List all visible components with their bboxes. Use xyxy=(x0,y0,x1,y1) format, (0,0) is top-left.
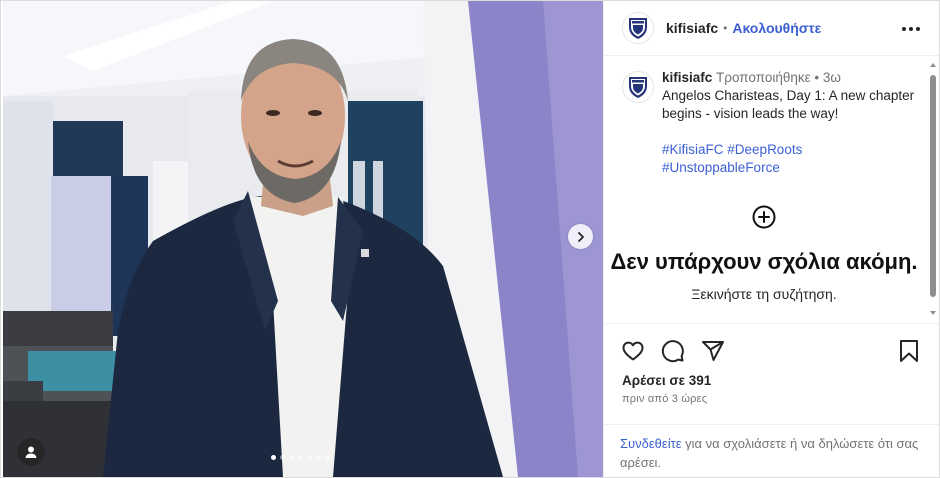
instagram-post-embed: kifisiafc • Ακολουθήστε kifisiafc Τροποπ… xyxy=(0,0,940,478)
profile-avatar[interactable] xyxy=(622,12,654,44)
empty-comments-title: Δεν υπάρχουν σχόλια ακόμη. xyxy=(610,249,918,274)
post-timestamp[interactable]: πριν από 3 ώρες xyxy=(622,393,707,405)
carousel-indicator xyxy=(271,455,330,460)
like-button[interactable] xyxy=(620,338,646,364)
post-age: 3ω xyxy=(822,70,841,85)
save-button[interactable] xyxy=(896,338,922,364)
hashtag-list: #KifisiaFC #DeepRoots #UnstoppableForce xyxy=(662,141,922,177)
bookmark-icon xyxy=(900,340,918,362)
carousel-dot xyxy=(271,455,276,460)
caption-text: Angelos Charisteas, Day 1: A new chapter… xyxy=(662,88,915,121)
action-icons xyxy=(620,338,726,364)
more-dot xyxy=(909,27,913,31)
more-horizontal-icon xyxy=(902,27,906,31)
hashtag-link[interactable]: #KifisiaFC xyxy=(662,142,724,157)
post-actions: Αρέσει σε 391 πριν από 3 ώρες Συνδεθείτε… xyxy=(604,323,939,477)
carousel-dot xyxy=(280,455,285,460)
next-slide-button[interactable] xyxy=(568,224,593,249)
add-circle-icon xyxy=(752,205,776,229)
carousel-dot xyxy=(298,455,303,460)
login-link[interactable]: Συνδεθείτε xyxy=(620,436,682,451)
likes-count[interactable]: Αρέσει σε 391 xyxy=(622,373,711,388)
caption-username[interactable]: kifisiafc xyxy=(662,70,712,85)
comment-icon xyxy=(661,340,684,363)
carousel-dot xyxy=(307,455,312,460)
header-separator: • xyxy=(723,21,728,35)
post-media[interactable] xyxy=(3,1,603,477)
comments-section[interactable]: kifisiafc Τροποποιήθηκε • 3ω Angelos Cha… xyxy=(604,57,939,323)
post-header: kifisiafc • Ακολουθήστε xyxy=(604,1,939,56)
carousel-dot xyxy=(316,455,321,460)
share-button[interactable] xyxy=(700,338,726,364)
caption-dot: • xyxy=(814,70,820,85)
chevron-right-icon xyxy=(577,231,584,242)
scroll-up-arrow-icon[interactable] xyxy=(929,61,937,69)
edited-label: Τροποποιήθηκε xyxy=(716,70,811,85)
scrollbar-thumb[interactable] xyxy=(930,75,936,297)
scroll-down-arrow-icon[interactable] xyxy=(929,309,937,317)
post-sidebar: kifisiafc • Ακολουθήστε kifisiafc Τροποπ… xyxy=(603,1,939,477)
user-icon xyxy=(25,446,37,458)
hashtag-link[interactable]: #UnstoppableForce xyxy=(662,160,780,175)
empty-comments-subtitle: Ξεκινήστε τη συζήτηση. xyxy=(691,286,837,302)
tagged-users-button[interactable] xyxy=(17,438,45,466)
kifisia-crest-icon xyxy=(629,77,647,98)
caption-body: kifisiafc Τροποποιήθηκε • 3ω Angelos Cha… xyxy=(662,69,922,177)
comments-scrollbar[interactable] xyxy=(929,57,937,323)
comment-button[interactable] xyxy=(660,338,686,364)
more-dot xyxy=(916,27,920,31)
share-icon xyxy=(702,341,724,361)
post-photo xyxy=(3,1,603,477)
heart-icon xyxy=(622,341,644,361)
carousel-dot xyxy=(289,455,294,460)
hashtag-link[interactable]: #DeepRoots xyxy=(727,142,802,157)
carousel-dot xyxy=(325,455,330,460)
kifisia-crest-icon xyxy=(629,18,647,39)
empty-comments: Δεν υπάρχουν σχόλια ακόμη. Ξεκινήστε τη … xyxy=(604,205,924,302)
caption-avatar[interactable] xyxy=(622,71,654,103)
post-caption: kifisiafc Τροποποιήθηκε • 3ω Angelos Cha… xyxy=(622,69,922,177)
login-prompt: Συνδεθείτε για να σχολιάσετε ή να δηλώσε… xyxy=(604,424,939,472)
header-username[interactable]: kifisiafc xyxy=(666,20,718,36)
caption-meta-line: kifisiafc Τροποποιήθηκε • 3ω xyxy=(662,69,922,87)
follow-button[interactable]: Ακολουθήστε xyxy=(732,20,821,36)
more-options-button[interactable] xyxy=(900,19,922,39)
